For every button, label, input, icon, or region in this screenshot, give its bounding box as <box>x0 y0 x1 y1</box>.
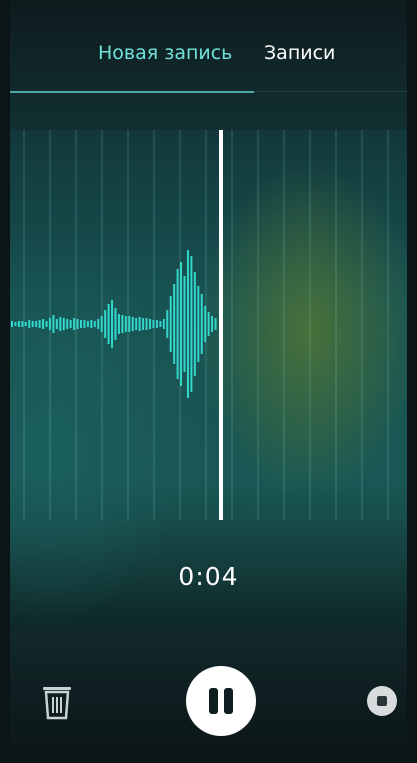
waveform-bar <box>76 319 79 329</box>
waveform-bar <box>111 300 114 348</box>
waveform-bar <box>42 319 45 329</box>
waveform-bar <box>197 286 200 362</box>
waveform-bar <box>114 308 117 340</box>
control-bar <box>10 632 407 763</box>
waveform-bar <box>180 262 183 386</box>
waveform-bar <box>55 319 58 329</box>
delete-button[interactable] <box>40 682 74 722</box>
waveform-bar <box>204 306 207 342</box>
waveform-bar <box>138 317 141 331</box>
waveform-bar <box>121 315 124 333</box>
waveform-bar <box>100 316 103 332</box>
waveform-bar <box>207 312 210 336</box>
tab-bar-divider <box>254 91 407 92</box>
waveform-bar <box>86 321 89 327</box>
waveform-bar <box>62 318 65 330</box>
waveform-bar <box>93 321 96 327</box>
waveform-bar <box>214 318 217 330</box>
waveform-bar <box>176 269 179 379</box>
waveform-bar <box>186 250 189 398</box>
waveform-bar <box>107 304 110 344</box>
waveform-bar <box>83 320 86 328</box>
waveform-bar <box>145 318 148 330</box>
waveform-bar <box>173 284 176 364</box>
waveform-bar <box>190 256 193 392</box>
waveform-bar <box>169 296 172 352</box>
trash-icon <box>43 687 71 720</box>
waveform-bar <box>183 276 186 372</box>
waveform-bar <box>73 318 76 330</box>
waveform-bar <box>128 316 131 332</box>
stop-icon <box>377 696 387 706</box>
tab-recordings[interactable]: Записи <box>264 42 335 64</box>
waveform-bar <box>35 321 38 327</box>
waveform-bar <box>14 322 17 326</box>
waveform-bar <box>152 320 155 328</box>
active-tab-indicator <box>10 91 254 93</box>
waveform-bar <box>80 320 82 328</box>
waveform-bar <box>142 318 145 330</box>
stop-button[interactable] <box>367 686 397 716</box>
waveform <box>11 130 389 520</box>
waveform-bar <box>193 272 196 376</box>
waveform-bar <box>59 317 62 331</box>
waveform-bar <box>24 322 27 326</box>
time-panel: 0:04 <box>10 520 407 632</box>
pause-button[interactable] <box>186 666 256 736</box>
waveform-bar <box>131 317 134 331</box>
waveform-bar <box>11 321 13 327</box>
waveform-bar <box>38 320 41 328</box>
waveform-bar <box>155 320 158 328</box>
waveform-bar <box>45 321 48 327</box>
waveform-bar <box>124 316 127 332</box>
waveform-area[interactable] <box>10 130 407 520</box>
waveform-bar <box>28 320 31 328</box>
waveform-bar <box>52 315 55 333</box>
waveform-bar <box>90 320 93 328</box>
waveform-bar <box>135 318 138 330</box>
waveform-bar <box>69 320 72 328</box>
waveform-bar <box>211 316 214 332</box>
waveform-bar <box>162 319 165 329</box>
waveform-bar <box>17 321 20 327</box>
waveform-bar <box>48 318 51 330</box>
waveform-bar <box>117 314 120 334</box>
waveform-bar <box>166 310 169 338</box>
waveform-bar <box>31 321 34 327</box>
waveform-bar <box>97 319 100 329</box>
waveform-bar <box>159 321 162 327</box>
playhead <box>219 130 223 520</box>
tab-new-recording[interactable]: Новая запись <box>98 42 232 64</box>
waveform-bar <box>200 294 203 354</box>
elapsed-time: 0:04 <box>178 562 239 591</box>
waveform-bar <box>21 321 24 327</box>
waveform-bar <box>149 319 151 329</box>
waveform-bar <box>66 319 69 329</box>
waveform-bar <box>104 310 107 338</box>
top-tab-bar: Новая запись Записи <box>10 0 407 93</box>
recorder-screen: Новая запись Записи 0:04 <box>10 0 407 763</box>
